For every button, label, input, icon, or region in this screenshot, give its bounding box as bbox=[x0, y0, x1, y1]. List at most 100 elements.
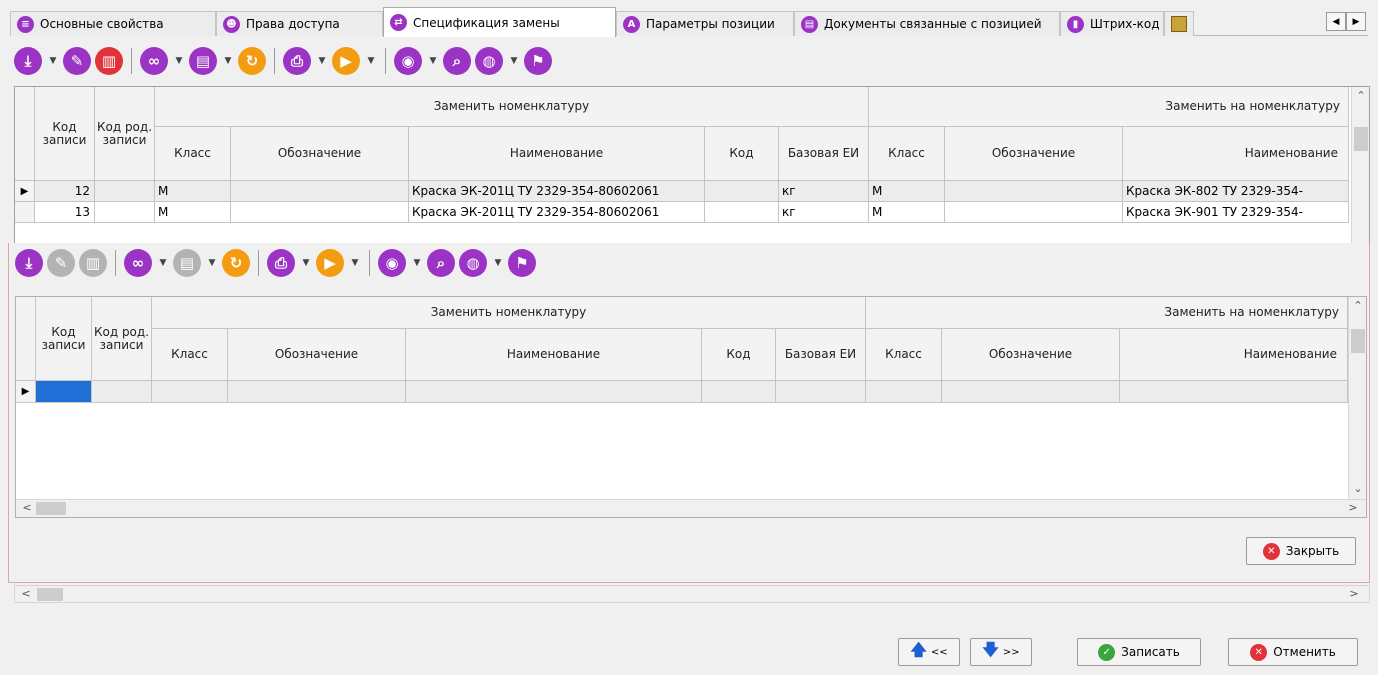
tab-main-properties[interactable]: ≡ Основные свойства bbox=[10, 11, 216, 36]
column-header-class[interactable]: Класс bbox=[152, 329, 228, 381]
column-header-kod[interactable]: Код bbox=[705, 127, 779, 181]
previous-record-button[interactable]: 🡅 << bbox=[898, 638, 960, 666]
chevron-left-icon[interactable]: < bbox=[17, 587, 35, 600]
view-button[interactable]: ◉ bbox=[394, 47, 422, 75]
column-header-name[interactable]: Наименование bbox=[406, 329, 702, 381]
flag-button[interactable]: ⚑ bbox=[508, 249, 536, 277]
scroll-thumb[interactable] bbox=[1354, 127, 1368, 151]
link-dropdown-arrow[interactable]: ▼ bbox=[156, 258, 170, 268]
column-header-code[interactable]: Код записи bbox=[36, 297, 92, 381]
cell-name[interactable] bbox=[406, 381, 702, 403]
view-dropdown-arrow[interactable]: ▼ bbox=[410, 258, 424, 268]
column-header-designation2[interactable]: Обозначение bbox=[942, 329, 1120, 381]
chevron-right-icon[interactable]: > bbox=[1344, 501, 1362, 514]
cell-parent-code[interactable] bbox=[92, 381, 152, 403]
link-dropdown-arrow[interactable]: ▼ bbox=[172, 56, 186, 66]
cell-kod[interactable] bbox=[705, 202, 779, 223]
column-header-name2[interactable]: Наименование bbox=[1123, 127, 1349, 181]
tab-overflow[interactable] bbox=[1164, 11, 1194, 36]
scroll-thumb[interactable] bbox=[1351, 329, 1365, 353]
cell-class[interactable]: М bbox=[155, 181, 231, 202]
cell-class2[interactable] bbox=[866, 381, 942, 403]
vertical-scrollbar-top[interactable]: ⌃ bbox=[1351, 87, 1369, 245]
column-header-unit[interactable]: Базовая ЕИ bbox=[776, 329, 866, 381]
cell-code-selected[interactable] bbox=[36, 381, 92, 403]
cell-class2[interactable]: М bbox=[869, 181, 945, 202]
refresh-button[interactable]: ↻ bbox=[222, 249, 250, 277]
cell-name[interactable]: Краска ЭК-201Ц ТУ 2329-354-80602061 bbox=[409, 181, 705, 202]
cell-designation2[interactable] bbox=[942, 381, 1120, 403]
view-dropdown-arrow[interactable]: ▼ bbox=[426, 56, 440, 66]
column-header-name[interactable]: Наименование bbox=[409, 127, 705, 181]
cancel-button[interactable]: ✕ Отменить bbox=[1228, 638, 1358, 666]
chevron-down-icon[interactable]: ⌄ bbox=[1349, 482, 1366, 495]
scroll-thumb[interactable] bbox=[37, 588, 63, 601]
link-button[interactable]: ∞ bbox=[124, 249, 152, 277]
horizontal-scrollbar-main[interactable]: < > bbox=[14, 585, 1370, 603]
copy-dropdown-arrow[interactable]: ▼ bbox=[205, 258, 219, 268]
tab-access-rights[interactable]: ☻ Права доступа bbox=[216, 11, 383, 36]
column-header-class2[interactable]: Класс bbox=[866, 329, 942, 381]
cell-designation2[interactable] bbox=[945, 181, 1123, 202]
run-button[interactable]: ▶ bbox=[316, 249, 344, 277]
vertical-scrollbar-bottom[interactable]: ⌃ ⌄ bbox=[1348, 297, 1366, 499]
next-record-button[interactable]: 🡇 >> bbox=[970, 638, 1032, 666]
globe-button[interactable]: ◍ bbox=[459, 249, 487, 277]
globe-dropdown-arrow[interactable]: ▼ bbox=[491, 258, 505, 268]
column-header-designation[interactable]: Обозначение bbox=[231, 127, 409, 181]
column-header-name2[interactable]: Наименование bbox=[1120, 329, 1348, 381]
column-header-designation2[interactable]: Обозначение bbox=[945, 127, 1123, 181]
print-button[interactable]: ⎙ bbox=[283, 47, 311, 75]
search-button[interactable]: ⌕ bbox=[427, 249, 455, 277]
tab-scroll-left-button[interactable]: ◀ bbox=[1326, 12, 1346, 31]
copy-dropdown-arrow[interactable]: ▼ bbox=[221, 56, 235, 66]
tab-related-documents[interactable]: ▤ Документы связанные с позицией bbox=[794, 11, 1060, 36]
cell-code[interactable]: 13 bbox=[35, 202, 95, 223]
column-header-parent-code[interactable]: Код род. записи bbox=[92, 297, 152, 381]
column-header-parent-code[interactable]: Код род. записи bbox=[95, 87, 155, 181]
globe-button[interactable]: ◍ bbox=[475, 47, 503, 75]
add-button[interactable]: ⤓ bbox=[14, 47, 42, 75]
tab-scroll-right-button[interactable]: ▶ bbox=[1346, 12, 1366, 31]
copy-button[interactable]: ▤ bbox=[189, 47, 217, 75]
link-button[interactable]: ∞ bbox=[140, 47, 168, 75]
cell-designation[interactable] bbox=[231, 202, 409, 223]
cell-name2[interactable]: Краска ЭК-802 ТУ 2329-354- bbox=[1123, 181, 1349, 202]
column-header-class2[interactable]: Класс bbox=[869, 127, 945, 181]
cell-parent-code[interactable] bbox=[95, 181, 155, 202]
flag-button[interactable]: ⚑ bbox=[524, 47, 552, 75]
horizontal-scrollbar-bottom[interactable]: < > bbox=[16, 499, 1366, 517]
print-button[interactable]: ⎙ bbox=[267, 249, 295, 277]
scroll-thumb[interactable] bbox=[36, 502, 66, 515]
view-button[interactable]: ◉ bbox=[378, 249, 406, 277]
cell-name[interactable]: Краска ЭК-201Ц ТУ 2329-354-80602061 bbox=[409, 202, 705, 223]
run-dropdown-arrow[interactable]: ▼ bbox=[348, 258, 362, 268]
edit-button[interactable]: ✎ bbox=[63, 47, 91, 75]
cell-kod[interactable] bbox=[702, 381, 776, 403]
cell-code[interactable]: 12 bbox=[35, 181, 95, 202]
cell-parent-code[interactable] bbox=[95, 202, 155, 223]
chevron-left-icon[interactable]: < bbox=[18, 501, 36, 514]
tab-barcode[interactable]: ▮ Штрих-код bbox=[1060, 11, 1164, 36]
add-button[interactable]: ⤓ bbox=[15, 249, 43, 277]
cell-unit[interactable] bbox=[776, 381, 866, 403]
globe-dropdown-arrow[interactable]: ▼ bbox=[507, 56, 521, 66]
save-button[interactable]: ✓ Записать bbox=[1077, 638, 1201, 666]
column-header-unit[interactable]: Базовая ЕИ bbox=[779, 127, 869, 181]
add-dropdown-arrow[interactable]: ▼ bbox=[46, 56, 60, 66]
cell-class2[interactable]: М bbox=[869, 202, 945, 223]
chevron-up-icon[interactable]: ⌃ bbox=[1349, 299, 1366, 312]
column-header-code[interactable]: Код записи bbox=[35, 87, 95, 181]
chevron-right-icon[interactable]: > bbox=[1345, 587, 1363, 600]
cell-class[interactable] bbox=[152, 381, 228, 403]
column-header-kod[interactable]: Код bbox=[702, 329, 776, 381]
cell-name2[interactable]: Краска ЭК-901 ТУ 2329-354- bbox=[1123, 202, 1349, 223]
column-header-designation[interactable]: Обозначение bbox=[228, 329, 406, 381]
cell-designation2[interactable] bbox=[945, 202, 1123, 223]
cell-kod[interactable] bbox=[705, 181, 779, 202]
column-header-class[interactable]: Класс bbox=[155, 127, 231, 181]
cell-unit[interactable]: кг bbox=[779, 202, 869, 223]
cell-class[interactable]: М bbox=[155, 202, 231, 223]
search-button[interactable]: ⌕ bbox=[443, 47, 471, 75]
print-dropdown-arrow[interactable]: ▼ bbox=[315, 56, 329, 66]
